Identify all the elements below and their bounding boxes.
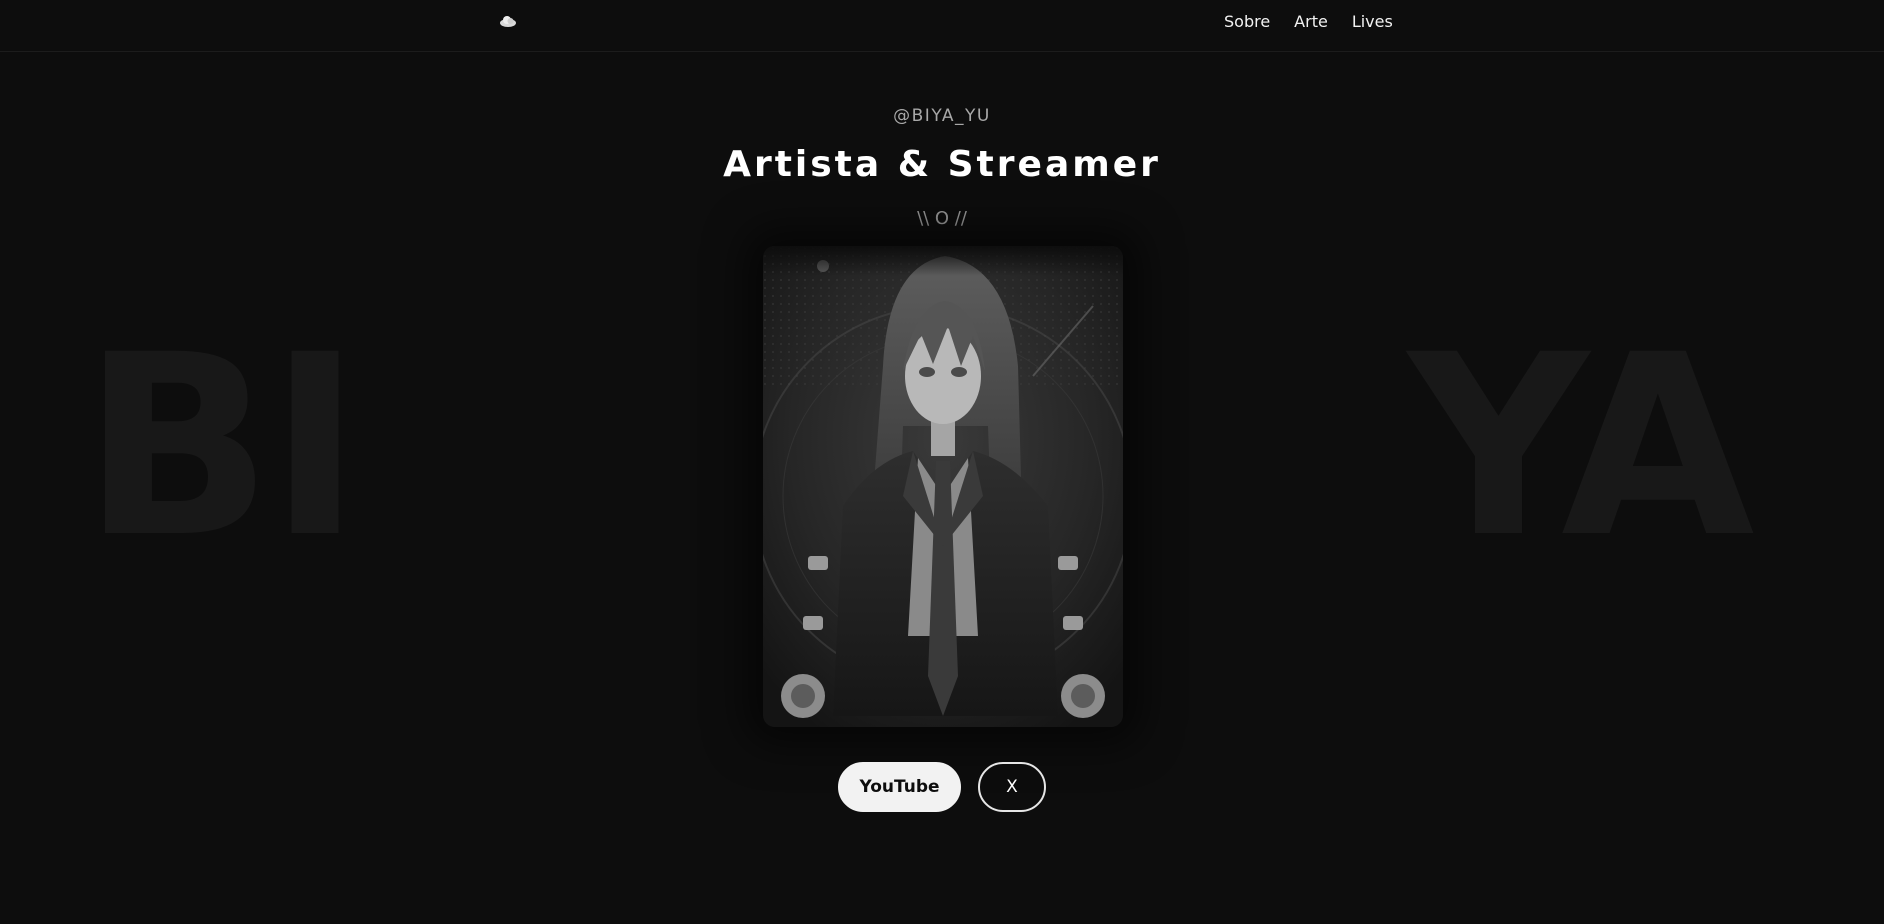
nav-link-lives[interactable]: Lives bbox=[1352, 12, 1393, 31]
background-word-left: BI bbox=[82, 301, 362, 592]
page-title: Artista & Streamer bbox=[723, 144, 1161, 185]
page: BI YA Sobre Arte Lives @BIYA_YU Artista … bbox=[0, 0, 1884, 924]
portrait-illustration bbox=[763, 246, 1123, 727]
handle-label: @BIYA_YU bbox=[893, 106, 991, 126]
youtube-button[interactable]: YouTube bbox=[838, 762, 961, 812]
nav-link-arte[interactable]: Arte bbox=[1294, 12, 1328, 31]
x-button[interactable]: X bbox=[978, 762, 1046, 812]
cloud-logo-icon[interactable] bbox=[499, 14, 517, 28]
nav-link-sobre[interactable]: Sobre bbox=[1224, 12, 1270, 31]
top-navigation-bar: Sobre Arte Lives bbox=[0, 0, 1884, 52]
social-buttons: YouTube X bbox=[0, 762, 1884, 812]
main-nav: Sobre Arte Lives bbox=[1224, 12, 1393, 31]
character-portrait bbox=[763, 246, 1123, 727]
background-word-right: YA bbox=[1408, 301, 1755, 592]
subtitle-emoticon: \\ O // bbox=[917, 208, 967, 229]
